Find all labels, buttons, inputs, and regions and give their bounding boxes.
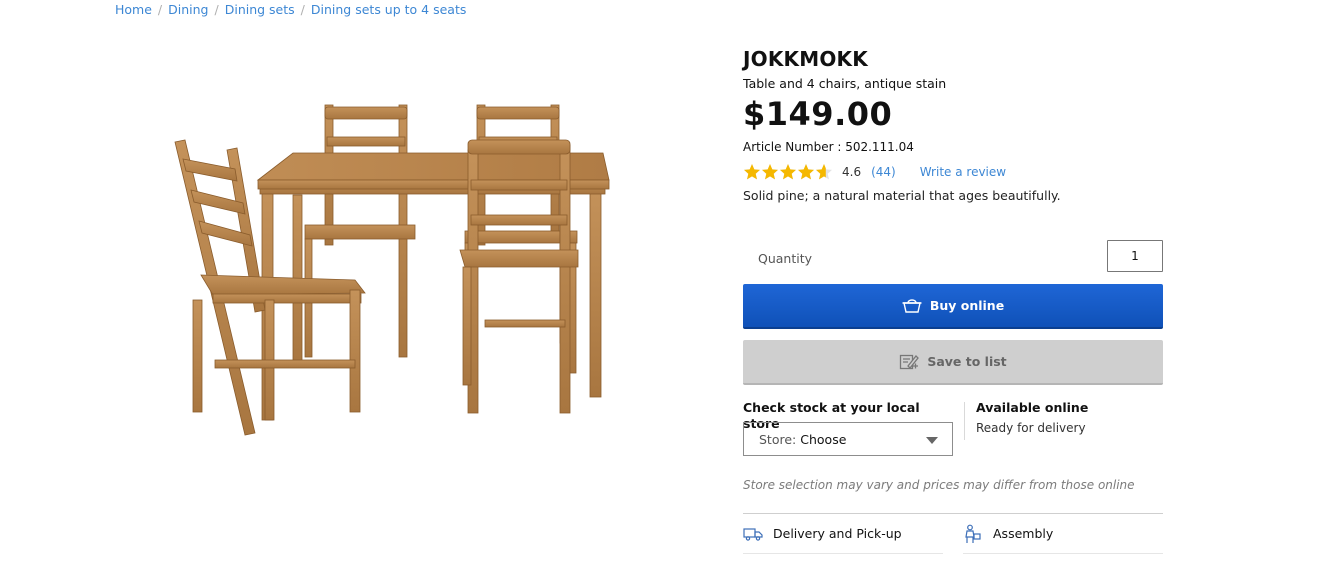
article-number-label: Article Number : (743, 140, 846, 154)
store-selection-note: Store selection may vary and prices may … (743, 478, 1135, 492)
breadcrumb-dining[interactable]: Dining (168, 2, 208, 17)
save-to-list-button[interactable]: Save to list (743, 340, 1163, 385)
product-price: $149.00 (743, 95, 893, 133)
product-description: Solid pine; a natural material that ages… (743, 188, 1061, 203)
assembly-link[interactable]: Assembly (963, 514, 1163, 554)
store-select-label: Store: (759, 431, 797, 447)
assembly-label: Assembly (993, 526, 1054, 541)
available-online-title: Available online (976, 400, 1089, 415)
product-info: JOKKMOKK Table and 4 chairs, antique sta… (743, 46, 1164, 204)
quantity-label: Quantity (758, 251, 813, 266)
assembly-person-icon (963, 524, 985, 544)
stock-section: Check stock at your local store Store: C… (743, 400, 1163, 460)
buy-online-button[interactable]: Buy online (743, 284, 1163, 329)
ready-for-delivery-text: Ready for delivery (976, 421, 1086, 435)
delivery-and-pickup-label: Delivery and Pick-up (773, 526, 902, 541)
breadcrumb-separator: / (214, 2, 219, 17)
shopping-bag-icon (902, 297, 922, 315)
rating-row: 4.6 (44) Write a review (743, 163, 1164, 181)
breadcrumb-dining-sets[interactable]: Dining sets (225, 2, 295, 17)
rating-stars[interactable] (743, 163, 833, 181)
quantity-input[interactable] (1107, 240, 1163, 272)
delivery-and-pickup-link[interactable]: Delivery and Pick-up (743, 514, 943, 554)
rating-count-link[interactable]: (44) (871, 165, 896, 179)
product-image[interactable] (165, 95, 625, 440)
save-to-list-label: Save to list (927, 354, 1007, 369)
add-to-list-icon (899, 353, 920, 371)
rating-value: 4.6 (842, 165, 862, 179)
stock-divider (964, 402, 965, 440)
breadcrumb-dining-sets-4-seats[interactable]: Dining sets up to 4 seats (311, 2, 466, 17)
breadcrumb-separator: / (300, 2, 305, 17)
store-select-dropdown[interactable]: Store: Choose (743, 422, 953, 456)
truck-icon (743, 527, 765, 541)
article-number-value: 502.111.04 (845, 140, 914, 154)
chevron-down-icon (926, 437, 938, 444)
buy-online-label: Buy online (929, 298, 1005, 313)
product-subtitle: Table and 4 chairs, antique stain (743, 76, 947, 91)
online-availability: Available online Ready for delivery (976, 400, 1088, 435)
breadcrumb-home[interactable]: Home (115, 2, 152, 17)
write-review-link[interactable]: Write a review (920, 165, 1006, 179)
quantity-row: Quantity (743, 240, 1163, 274)
table-and-chairs-illustration (174, 104, 610, 436)
star-rating-icon (744, 164, 832, 180)
article-number: Article Number : 502.111.04 (743, 139, 1164, 155)
product-title: JOKKMOKK (743, 47, 868, 71)
breadcrumb-separator: / (157, 2, 163, 17)
store-select-value: Choose (800, 431, 847, 447)
breadcrumb: Home / Dining / Dining sets / Dining sets up t… (115, 2, 466, 17)
